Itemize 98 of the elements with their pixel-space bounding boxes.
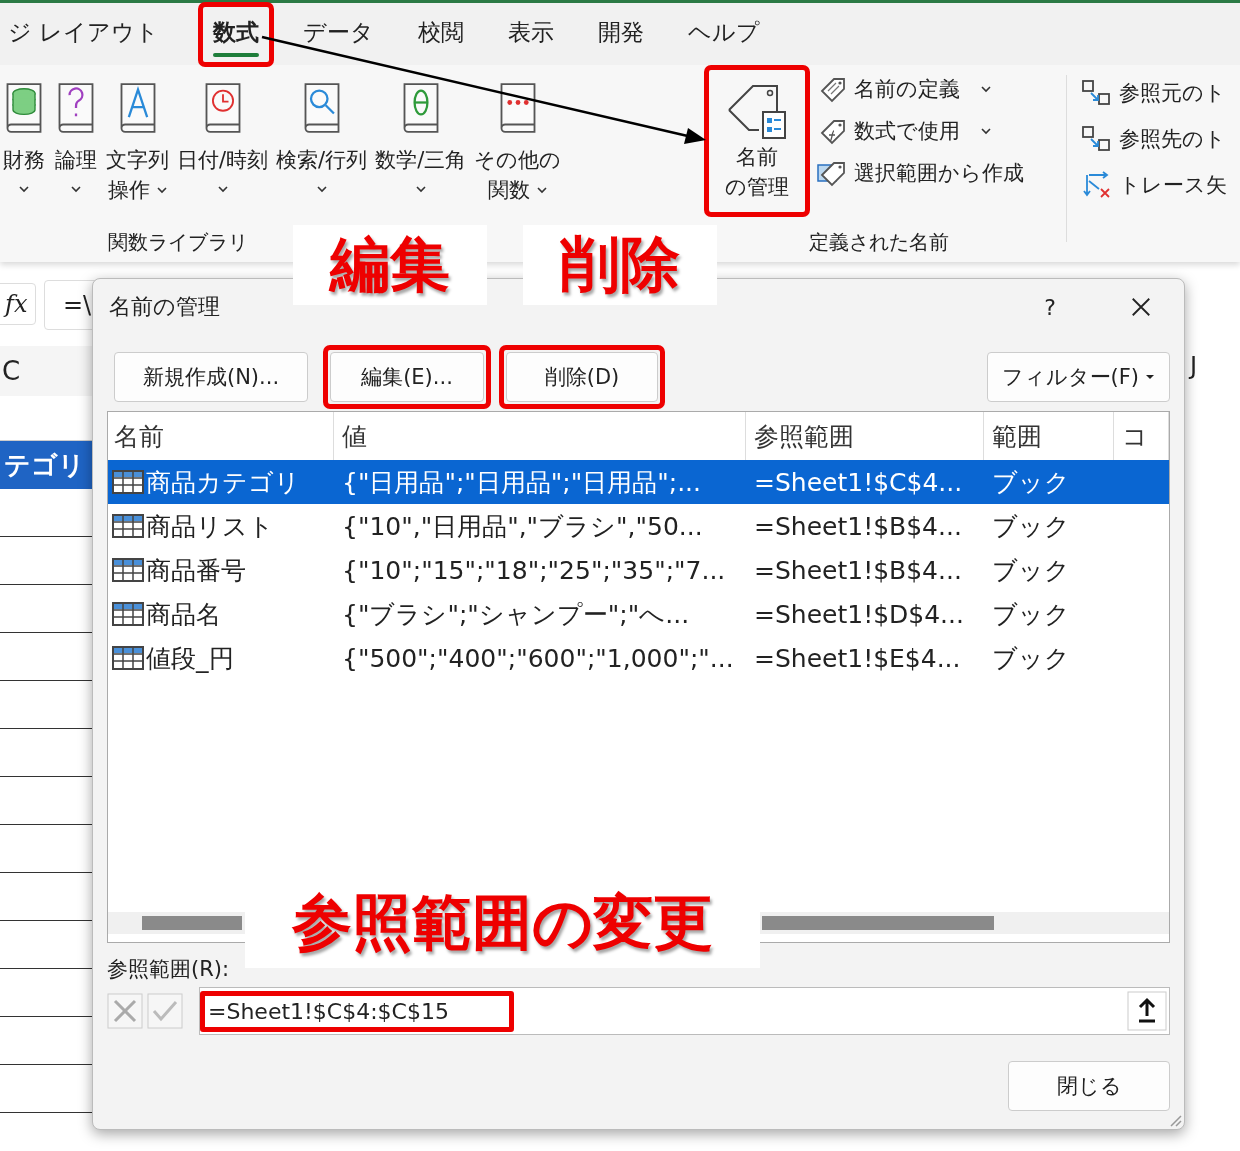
remove-arrows-icon — [1081, 171, 1113, 199]
close-button[interactable]: 閉じる — [1008, 1061, 1170, 1111]
button-label: 財務 — [3, 147, 45, 174]
reference-text: =Sheet1!$B$4... — [753, 511, 963, 541]
cancel-icon[interactable] — [107, 993, 143, 1029]
trace-dependents-icon — [1081, 125, 1113, 153]
name-text: 商品リスト — [146, 510, 274, 543]
selected-cell[interactable]: テゴリ — [0, 441, 92, 489]
name-row[interactable]: 商品名 {"ブラシ";"シャンプー";"へ... =Sheet1!$D$4... ブック — [108, 592, 1169, 636]
group-label: 関数ライブラリ — [108, 229, 248, 256]
button-label: の管理 — [725, 174, 789, 201]
reference-text: =Sheet1!$D$4... — [753, 599, 965, 629]
insert-function-button[interactable]: fx — [0, 283, 37, 325]
button-label: 関数 — [487, 177, 530, 204]
ribbon-command[interactable]: 参照元のト — [1079, 77, 1229, 109]
function-category-button[interactable]: 検索/行列 — [274, 77, 370, 207]
ribbon-tab[interactable]: 表示 — [500, 8, 563, 60]
ribbon-tab[interactable]: データ — [295, 8, 383, 60]
value-text: {"10";"15";"18";"25";"35";"7... — [341, 555, 727, 585]
name-text: 商品カテゴリ — [146, 466, 300, 499]
table-icon — [112, 470, 144, 494]
ribbon-tab[interactable]: ヘルプ — [680, 8, 769, 60]
value-text: {"500";"400";"600";"1,000";"... — [341, 643, 735, 673]
caret-icon — [315, 185, 328, 193]
ribbon-tab[interactable]: 校閲 — [410, 8, 473, 60]
table-icon — [112, 646, 144, 670]
ribbon-command[interactable]: 選択範囲から作成 — [814, 157, 1026, 189]
name-manager-button[interactable]: 名前 の管理 — [711, 72, 803, 210]
close-icon[interactable] — [1130, 296, 1152, 318]
button-label: 名前 — [736, 144, 778, 171]
reference-text: =Sheet1!$B$4... — [753, 555, 963, 585]
ribbon-command[interactable]: 参照先のト — [1079, 123, 1229, 155]
table-icon — [112, 602, 144, 626]
function-category-button[interactable]: 論理 — [52, 77, 100, 207]
ribbon-tab[interactable]: ジ レイアウト — [0, 8, 168, 60]
scrollbar-thumb[interactable] — [142, 916, 242, 930]
scope-text: ブック — [991, 510, 1071, 543]
column-header: J — [1190, 352, 1198, 380]
caret-icon — [18, 185, 30, 193]
dialog-button[interactable]: 削除(D) — [506, 352, 658, 402]
value-text: {"ブラシ";"シャンプー";"へ... — [341, 598, 691, 631]
scrollbar-thumb[interactable] — [762, 916, 994, 930]
button-label: 日付/時刻 — [177, 147, 269, 174]
caret-icon — [216, 185, 229, 193]
scope-text: ブック — [991, 598, 1071, 631]
function-category-button[interactable]: 日付/時刻 — [175, 77, 271, 207]
name-row[interactable]: 商品カテゴリ {"日用品";"日用品";"日用品";... =Sheet1!$C$4... ブック — [108, 460, 1169, 504]
function-category-button[interactable]: その他の 関数 — [472, 77, 564, 207]
resize-grip-icon[interactable] — [1168, 1113, 1182, 1127]
ribbon-command[interactable]: 数式で使用 — [814, 115, 1026, 147]
group-label: 定義された名前 — [808, 229, 950, 256]
ribbon-command[interactable]: 名前の定義 — [814, 73, 1026, 105]
name-text: 値段_円 — [146, 642, 234, 675]
button-label: 操作 — [107, 177, 150, 204]
button-label: その他の — [474, 147, 562, 174]
ribbon-tab[interactable]: 開発 — [590, 8, 653, 60]
name-text: 商品番号 — [146, 554, 246, 587]
value-text: {"日用品";"日用品";"日用品";... — [341, 466, 702, 499]
function-category-button[interactable]: 文字列 操作 — [104, 77, 171, 207]
button-label: 数学/三角 — [375, 147, 467, 174]
caret-icon — [414, 185, 427, 193]
caret-icon — [70, 185, 82, 193]
button-label: 論理 — [55, 147, 97, 174]
field-value: =Sheet1!$C$4:$C$15 — [208, 998, 449, 1024]
name-text: 商品名 — [146, 598, 221, 631]
name-row[interactable]: 商品番号 {"10";"15";"18";"25";"35";"7... =Sheet1!$B$4... ブック — [108, 548, 1169, 592]
table-icon — [112, 514, 144, 538]
dialog-button[interactable]: 編集(E)... — [330, 352, 484, 402]
caret-icon — [535, 186, 548, 194]
caret-icon — [155, 186, 168, 194]
table-tag-icon — [816, 159, 848, 187]
help-button[interactable]: ? — [1038, 293, 1062, 321]
button-label: 文字列 — [106, 147, 169, 174]
function-category-button[interactable]: 数学/三角 — [373, 77, 469, 207]
caret-icon — [1145, 374, 1155, 380]
scope-text: ブック — [991, 466, 1071, 499]
scope-text: ブック — [991, 554, 1071, 587]
dialog-button[interactable]: 新規作成(N)... — [114, 352, 308, 402]
scope-text: ブック — [991, 642, 1071, 675]
field-label: 参照範囲(R): — [107, 956, 231, 983]
reference-text: =Sheet1!$E$4... — [753, 643, 962, 673]
ribbon-tab[interactable]: 数式 — [205, 8, 268, 60]
button-label: 検索/行列 — [276, 147, 368, 174]
value-text: {"10","日用品","ブラシ","50... — [341, 510, 704, 543]
reference-text: =Sheet1!$C$4... — [753, 467, 964, 497]
ribbon-command[interactable]: トレース矢 — [1079, 169, 1229, 201]
name-row[interactable]: 商品リスト {"10","日用品","ブラシ","50... =Sheet1!$B$4... ブック — [108, 504, 1169, 548]
collapse-icon[interactable] — [1127, 991, 1167, 1031]
annotation-label: 削除 — [523, 225, 717, 305]
check-icon[interactable] — [147, 993, 183, 1029]
table-icon — [112, 558, 144, 582]
reference-field[interactable]: =Sheet1!$C$4:$C$15 — [199, 987, 1170, 1035]
function-category-button[interactable]: 財務 — [0, 77, 48, 207]
name-row[interactable]: 値段_円 {"500";"400";"600";"1,000";"... =Sheet1!$E$4... ブック — [108, 636, 1169, 680]
annotation-label: 編集 — [293, 225, 487, 305]
filter-button[interactable]: フィルター(F) — [986, 352, 1170, 402]
column-header: C — [0, 346, 92, 396]
trace-precedents-icon — [1081, 79, 1113, 107]
